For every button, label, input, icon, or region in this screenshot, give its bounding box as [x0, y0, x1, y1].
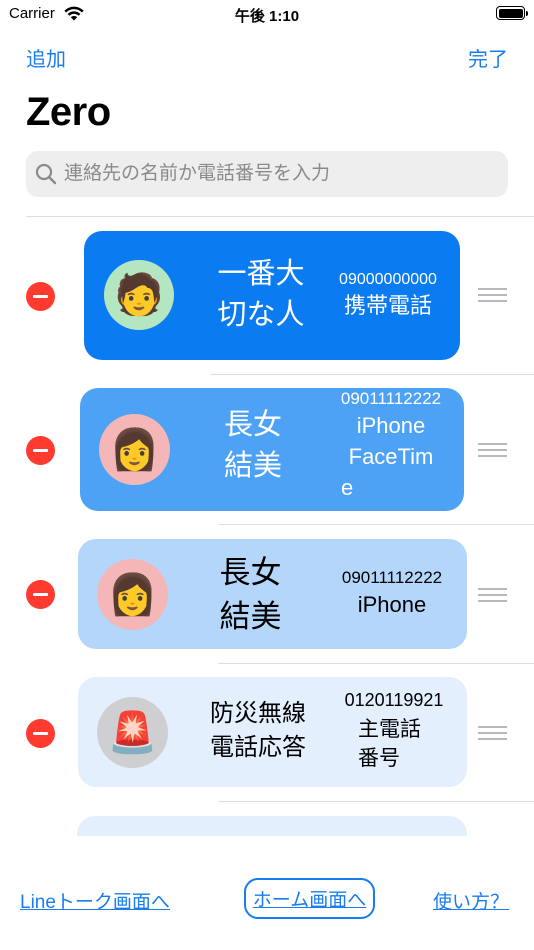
reorder-handle-icon[interactable] — [478, 588, 507, 602]
contact-row[interactable]: 🧑 一番大 切な人 09000000000 携帯電話 — [0, 231, 534, 360]
phone-number: 09000000000 — [339, 271, 437, 288]
search-bar[interactable] — [26, 151, 508, 197]
contact-card[interactable]: 👩 長女 結美 09011112222 iPhone FaceTim e — [80, 388, 464, 511]
done-button[interactable]: 完了 — [468, 43, 508, 72]
avatar: 👩 — [99, 414, 170, 485]
reorder-handle-icon[interactable] — [478, 288, 507, 302]
phone-number: 09011112222 — [340, 389, 442, 408]
contact-card[interactable]: 🧑 一番大 切な人 09000000000 携帯電話 — [84, 231, 460, 360]
status-bar: Carrier 午後 1:10 — [0, 0, 534, 30]
person-emoji-icon: 👩 — [109, 427, 160, 472]
phone-label: 携帯電話 — [343, 293, 432, 318]
divider — [210, 374, 534, 375]
person-emoji-icon: 👩 — [107, 572, 158, 617]
phone-label: iPhone FaceTim e — [341, 413, 434, 501]
avatar: 🧑 — [104, 260, 174, 330]
divider — [218, 524, 534, 525]
delete-button[interactable] — [26, 436, 55, 465]
contact-name: 一番大 切な人 — [217, 258, 305, 332]
avatar: 🚨 — [97, 697, 168, 768]
avatar: 👩 — [97, 559, 168, 630]
divider — [218, 663, 534, 664]
contact-name: 長女 結美 — [223, 409, 282, 483]
contact-name: 長女 結美 — [219, 555, 282, 635]
contact-row[interactable]: 👩 長女 結美 09011112222 iPhone — [0, 539, 534, 649]
phone-label: iPhone — [357, 592, 427, 617]
contact-name: 防災無線 電話応答 — [210, 700, 306, 762]
phone-label: 主電話 番号 — [358, 718, 421, 771]
line-talk-link[interactable]: Lineトーク画面へ — [20, 887, 170, 914]
status-time: 午後 1:10 — [234, 8, 300, 25]
how-to-link[interactable]: 使い方？ — [433, 887, 509, 914]
battery-icon — [496, 6, 528, 20]
delete-button[interactable] — [26, 719, 55, 748]
divider — [26, 216, 534, 217]
contact-row[interactable]: 🚨 防災無線 電話応答 0120119921 主電話 番号 — [0, 677, 534, 787]
delete-button[interactable] — [26, 282, 55, 311]
phone-number: 0120119921 — [344, 690, 444, 710]
search-input[interactable] — [64, 151, 494, 197]
divider — [218, 801, 534, 802]
phone-number: 09011112222 — [341, 568, 443, 587]
reorder-handle-icon[interactable] — [478, 726, 507, 740]
search-icon — [35, 163, 57, 185]
home-button[interactable]: ホーム画面へ — [244, 878, 375, 919]
delete-button[interactable] — [26, 580, 55, 609]
contact-row[interactable]: 👩 長女 結美 09011112222 iPhone FaceTim e — [0, 388, 534, 511]
siren-emoji-icon: 🚨 — [107, 710, 158, 755]
add-button[interactable]: 追加 — [26, 43, 66, 72]
person-emoji-icon: 🧑 — [114, 273, 164, 317]
contact-card[interactable]: 👩 長女 結美 09011112222 iPhone — [78, 539, 467, 649]
page-title: Zero — [26, 90, 111, 134]
contact-card[interactable]: 🚨 防災無線 電話応答 0120119921 主電話 番号 — [78, 677, 467, 787]
reorder-handle-icon[interactable] — [478, 443, 507, 457]
